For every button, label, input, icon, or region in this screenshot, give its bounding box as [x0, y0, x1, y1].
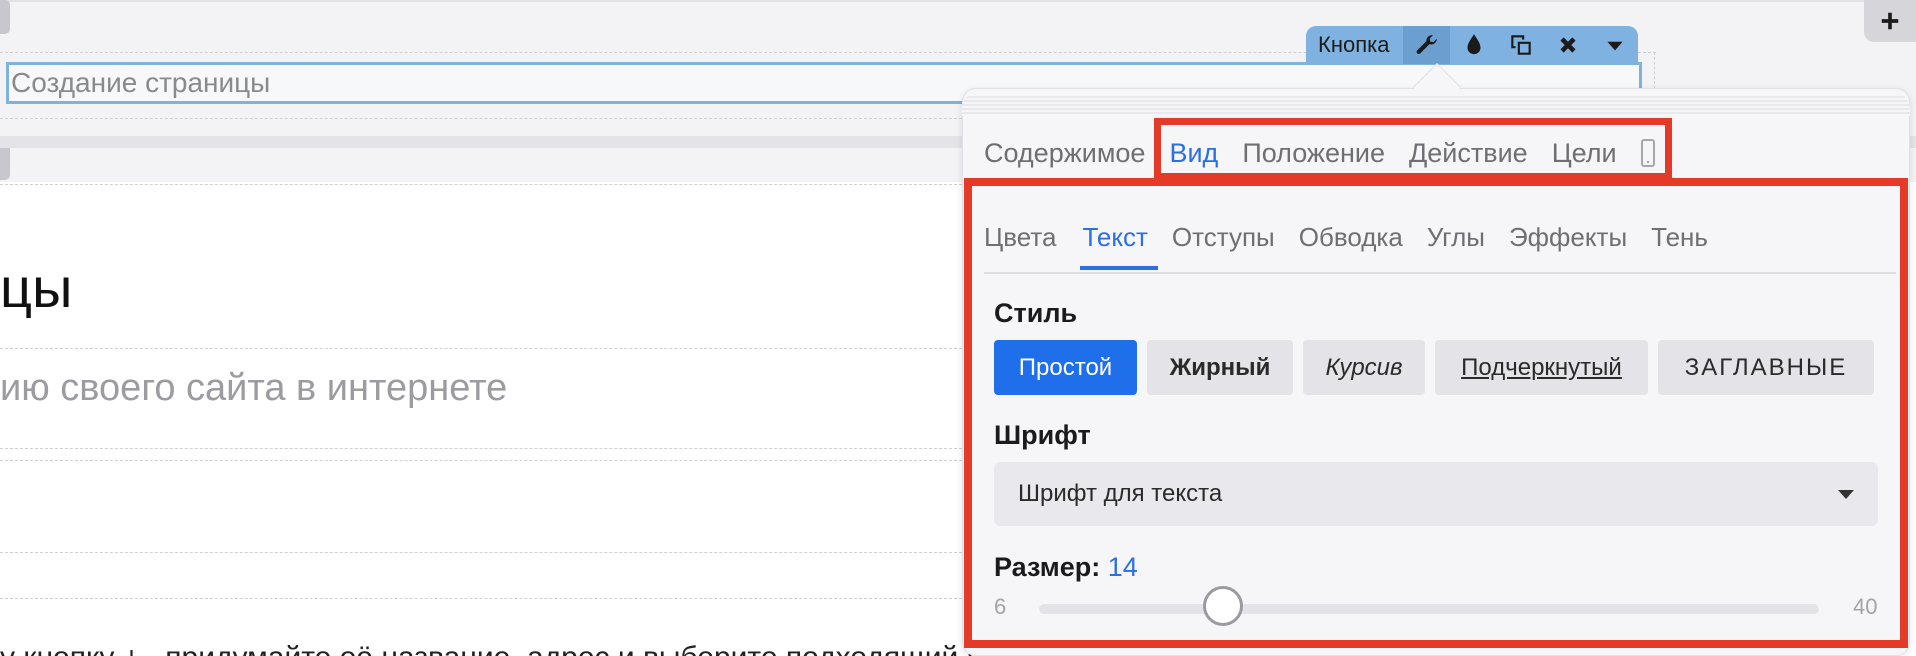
font-select-value: Шрифт для текста — [1018, 480, 1223, 507]
caret-down-icon — [1838, 490, 1854, 499]
more-button[interactable] — [1591, 26, 1638, 64]
size-label: Размер: — [994, 552, 1101, 582]
add-block-button[interactable] — [1864, 0, 1916, 42]
subtab-text[interactable]: Текст — [1080, 220, 1158, 270]
editor-top-line — [0, 0, 1916, 2]
page-subtitle-fragment: ию своего сайта в интернете — [0, 367, 508, 409]
font-select[interactable]: Шрифт для текста — [994, 462, 1878, 526]
block-guide — [0, 552, 962, 553]
subtab-effects[interactable]: Эффекты — [1509, 220, 1627, 266]
size-slider[interactable] — [1039, 586, 1819, 626]
style-bold-button[interactable]: Жирный — [1147, 340, 1293, 395]
size-max-label: 40 — [1853, 594, 1878, 619]
size-label-row: Размер: 14 — [994, 552, 1138, 583]
block-guide — [0, 348, 962, 349]
style-options: Простой Жирный Курсив Подчеркнутый ЗАГЛА… — [994, 340, 1874, 395]
style-uppercase-button[interactable]: ЗАГЛАВНЫЕ — [1658, 340, 1874, 395]
style-underline-button[interactable]: Подчеркнутый — [1435, 340, 1648, 395]
block-guide — [0, 184, 962, 185]
element-toolbar: Кнопка — [1306, 26, 1639, 64]
block-guide — [0, 460, 962, 461]
size-slider-thumb[interactable] — [1202, 586, 1243, 626]
block-handle-top[interactable] — [0, 0, 10, 34]
subtab-shadow[interactable]: Тень — [1651, 220, 1708, 266]
element-type-label: Кнопка — [1318, 32, 1390, 57]
font-label: Шрифт — [994, 420, 1091, 450]
size-value: 14 — [1107, 552, 1138, 582]
style-button[interactable] — [1450, 26, 1497, 64]
close-icon — [1560, 37, 1576, 53]
style-italic-button[interactable]: Курсив — [1303, 340, 1425, 395]
style-label: Стиль — [994, 298, 1078, 328]
delete-button[interactable] — [1544, 26, 1591, 64]
page-text-fragment: у кнопку + , придумайте её название, адр… — [0, 640, 1074, 656]
settings-button[interactable] — [1403, 26, 1451, 64]
highlight-frame-tabs — [1154, 118, 1672, 180]
page-heading-fragment: цы — [0, 256, 73, 319]
subtab-border[interactable]: Обводка — [1299, 220, 1403, 266]
subtab-corners[interactable]: Углы — [1427, 220, 1485, 266]
plus-icon — [1881, 12, 1899, 30]
style-plain-button[interactable]: Простой — [994, 340, 1137, 395]
view-sub-tabs: Цвета Текст Отступы Обводка Углы Эффекты… — [984, 220, 1896, 274]
wrench-icon — [1416, 35, 1437, 54]
block-guide — [0, 448, 962, 449]
subtab-padding[interactable]: Отступы — [1172, 220, 1275, 266]
tab-content[interactable]: Содержимое — [984, 138, 1145, 169]
duplicate-icon — [1511, 35, 1531, 55]
subtab-colors[interactable]: Цвета — [984, 220, 1056, 266]
caret-down-icon — [1607, 41, 1623, 51]
duplicate-button[interactable] — [1497, 26, 1544, 64]
drop-icon — [1467, 34, 1481, 55]
block-guide — [0, 598, 962, 599]
popup-drag-bar[interactable] — [962, 94, 1910, 116]
size-min-label: 6 — [994, 594, 1007, 619]
